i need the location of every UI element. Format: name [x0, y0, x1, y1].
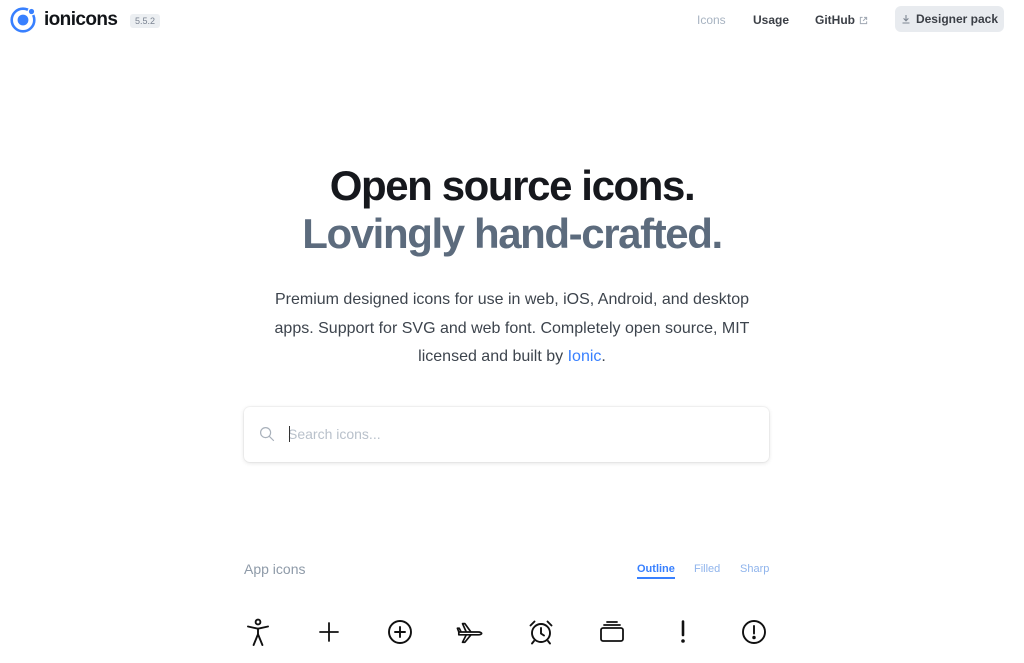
albums-icon — [600, 621, 624, 642]
icon-tile-add[interactable] — [315, 618, 343, 646]
alert-icon — [681, 620, 685, 643]
icon-tile-alert[interactable] — [669, 618, 697, 646]
hero-description-end: . — [601, 348, 606, 365]
external-link-icon — [859, 16, 868, 24]
designer-pack-label: Designer pack — [915, 12, 999, 26]
hero-title-line2: Lovingly hand-crafted. — [302, 210, 723, 257]
hero-title-line1: Open source icons. — [329, 162, 696, 209]
icon-tile-albums[interactable] — [598, 618, 626, 646]
download-icon — [902, 15, 910, 24]
add-icon — [319, 622, 339, 642]
airplane-icon — [456, 622, 483, 644]
ionicons-logo-icon — [10, 7, 36, 33]
alarm-icon — [529, 620, 553, 645]
version-badge: 5.5.2 — [130, 14, 161, 28]
hero-description-text: Premium designed icons for use in web, i… — [274, 291, 750, 365]
icon-tile-airplane[interactable] — [456, 618, 484, 646]
section-title: App icons — [244, 561, 306, 577]
icon-tile-alert-circle[interactable] — [740, 618, 768, 646]
icon-tile-alarm[interactable] — [527, 618, 555, 646]
text-cursor — [289, 426, 290, 442]
tab-sharp[interactable]: Sharp — [740, 562, 769, 576]
nav-link-github[interactable]: GitHub — [815, 12, 868, 28]
alert-circle-icon — [742, 620, 766, 644]
hero-description: Premium designed icons for use in web, i… — [262, 286, 762, 372]
tab-filled[interactable]: Filled — [694, 562, 720, 576]
top-nav: ionicons 5.5.2 Icons Usage GitHub Design… — [0, 0, 1024, 40]
search-box[interactable] — [244, 407, 769, 462]
tab-outline[interactable]: Outline — [637, 562, 675, 579]
nav-link-usage[interactable]: Usage — [753, 12, 789, 28]
icon-tile-add-circle[interactable] — [386, 618, 414, 646]
search-icon — [259, 426, 275, 442]
nav-link-icons[interactable]: Icons — [697, 12, 726, 28]
add-circle-icon — [388, 620, 412, 644]
nav-link-github-label: GitHub — [815, 13, 855, 27]
designer-pack-button[interactable]: Designer pack — [895, 6, 1004, 32]
search-input[interactable] — [288, 423, 748, 445]
ionicons-logo[interactable]: ionicons — [9, 5, 118, 34]
icon-tile-accessibility[interactable] — [244, 618, 272, 646]
ionic-link[interactable]: Ionic — [568, 348, 602, 365]
brand-name: ionicons — [44, 8, 118, 30]
accessibility-icon — [247, 618, 269, 646]
